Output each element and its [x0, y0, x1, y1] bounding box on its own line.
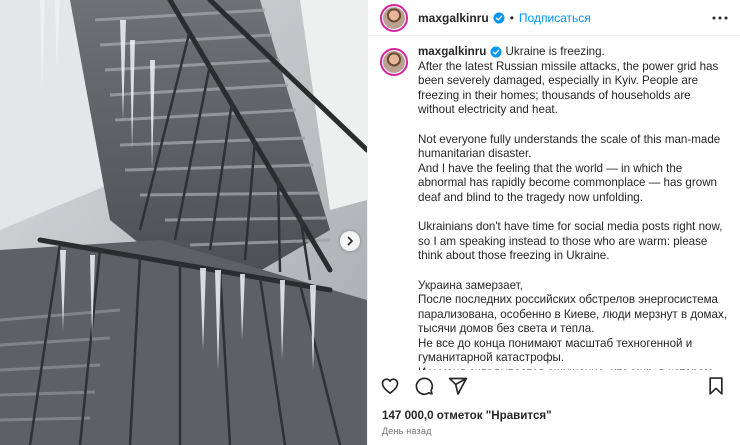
username-link[interactable]: maxgalkinru — [418, 11, 489, 25]
avatar[interactable] — [380, 3, 408, 32]
caption-area: maxgalkinru Ukraine is freezing. After t… — [368, 45, 740, 370]
chevron-right-icon — [347, 236, 354, 246]
carousel-next-button[interactable] — [340, 231, 360, 251]
frozen-stairwell-image — [0, 0, 367, 445]
bookmark-icon[interactable] — [706, 376, 726, 396]
post-photo[interactable] — [0, 0, 367, 445]
verified-badge-icon — [490, 46, 502, 58]
follow-button[interactable]: Подписаться — [519, 11, 591, 25]
likes-count[interactable]: 147 000,0 отметок "Нравится" — [382, 409, 552, 422]
caption-row: maxgalkinru Ukraine is freezing. After t… — [380, 45, 728, 370]
share-icon[interactable] — [448, 376, 468, 396]
post-timestamp[interactable]: День назад — [382, 426, 432, 436]
more-horizontal-icon[interactable] — [712, 11, 728, 30]
caption-text: maxgalkinru Ukraine is freezing. After t… — [418, 45, 728, 370]
caption-username[interactable]: maxgalkinru — [418, 45, 486, 58]
heart-icon[interactable] — [380, 376, 400, 396]
separator-dot: • — [509, 10, 514, 25]
verified-badge-icon — [493, 12, 505, 24]
action-bar — [380, 376, 468, 396]
comment-icon[interactable] — [414, 376, 434, 396]
post-side-panel: maxgalkinru • Подписаться maxgalkinru Uk… — [367, 0, 740, 445]
caption-body: Ukraine is freezing. After the latest Ru… — [418, 45, 727, 370]
post-header: maxgalkinru • Подписаться — [368, 0, 740, 36]
caption-avatar[interactable] — [380, 48, 408, 76]
